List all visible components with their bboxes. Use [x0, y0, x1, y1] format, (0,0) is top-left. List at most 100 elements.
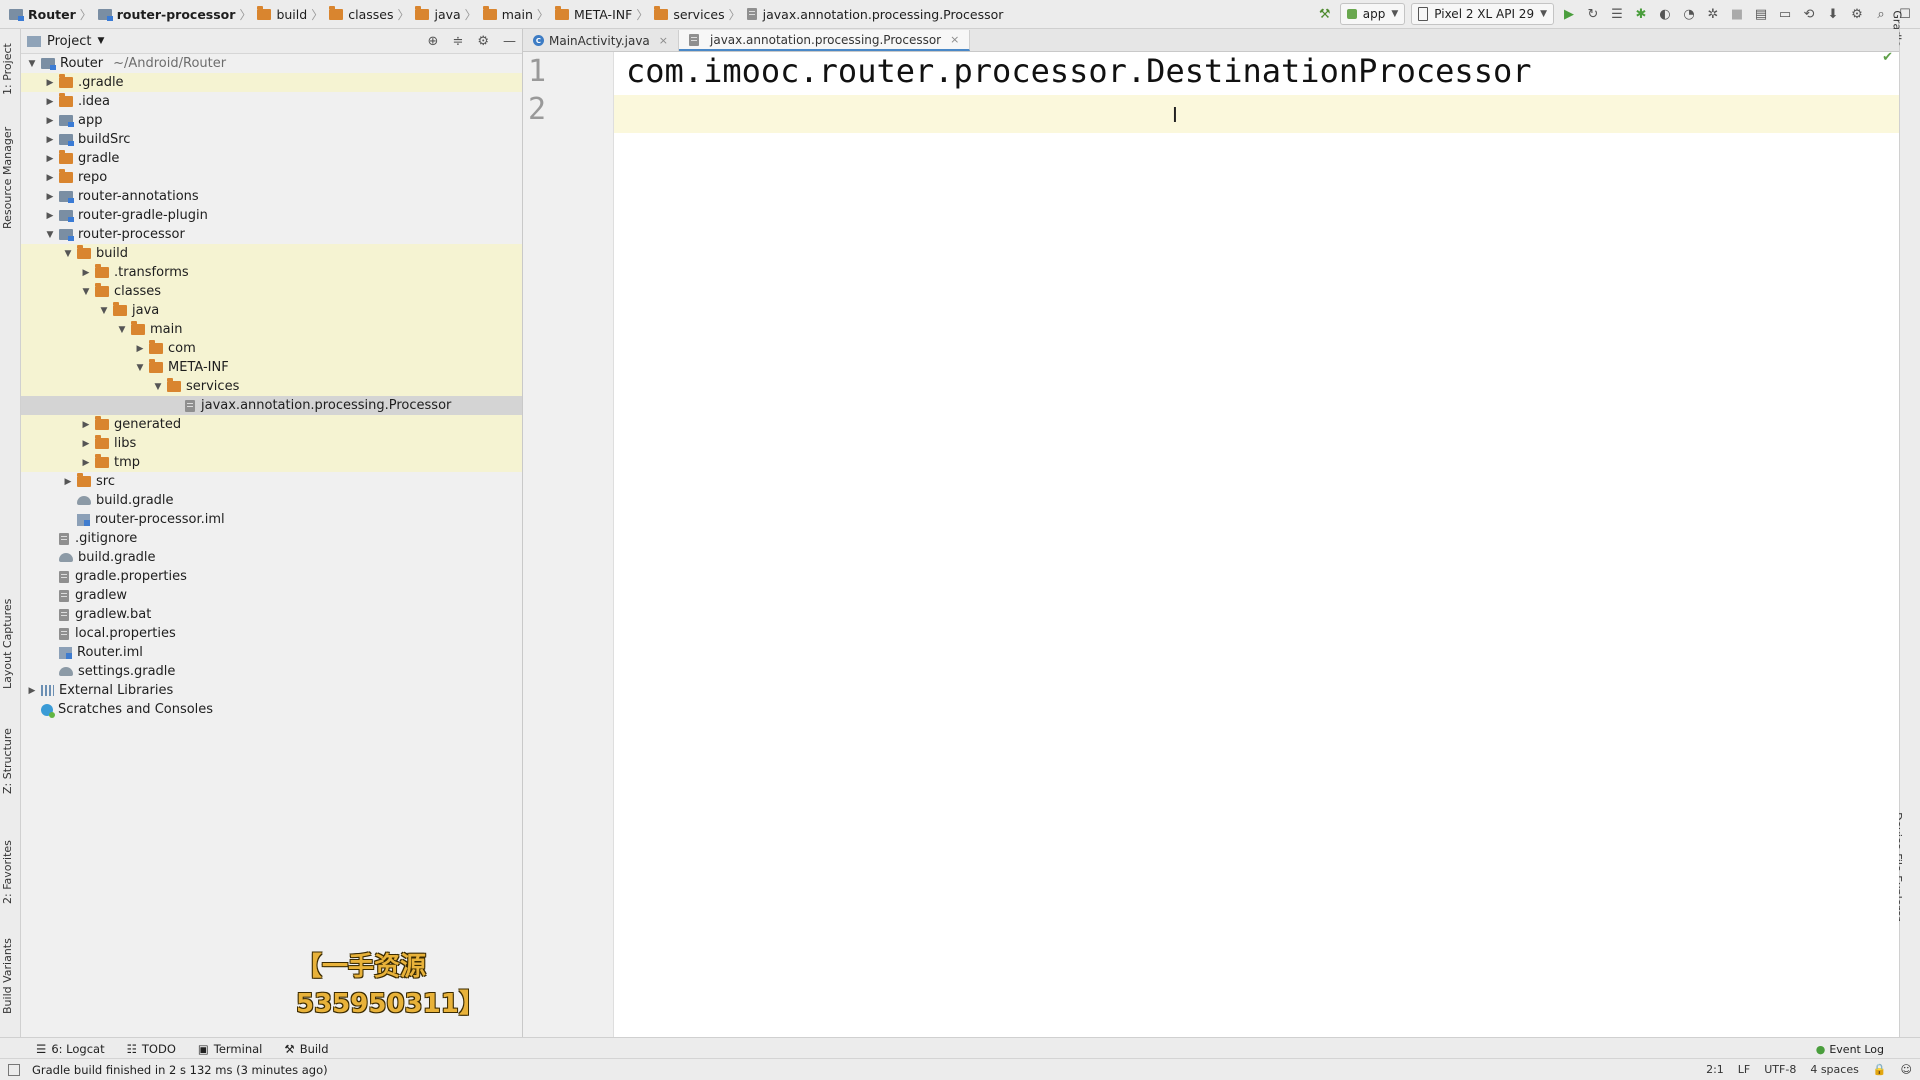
- resource-manager-tool-button[interactable]: Resource Manager: [1, 127, 14, 229]
- chevron-right-icon[interactable]: ▶: [23, 686, 41, 696]
- code-editor[interactable]: com.imooc.router.processor.DestinationPr…: [614, 50, 1899, 1038]
- breadcrumb-item[interactable]: router-processor 〉: [95, 0, 255, 28]
- code-line[interactable]: com.imooc.router.processor.DestinationPr…: [626, 52, 1531, 90]
- tree-item[interactable]: ▼ build: [21, 244, 522, 263]
- chevron-right-icon[interactable]: ▶: [131, 344, 149, 354]
- run-icon[interactable]: ▶: [1560, 5, 1578, 23]
- tree-item[interactable]: ▼ Router ~/Android/Router: [21, 54, 522, 73]
- rerun-icon[interactable]: ↻: [1584, 5, 1602, 23]
- tree-item[interactable]: ▶ .transforms: [21, 263, 522, 282]
- search-icon[interactable]: ⌕: [1872, 5, 1890, 23]
- chevron-right-icon[interactable]: ▶: [41, 192, 59, 202]
- device-select[interactable]: Pixel 2 XL API 29 ▼: [1411, 3, 1554, 25]
- chevron-right-icon[interactable]: ▶: [41, 78, 59, 88]
- tree-item[interactable]: gradlew: [21, 586, 522, 605]
- tree-item[interactable]: gradlew.bat: [21, 605, 522, 624]
- tree-item[interactable]: ▶ generated: [21, 415, 522, 434]
- chevron-right-icon[interactable]: ▶: [41, 154, 59, 164]
- tree-item[interactable]: ▶ gradle: [21, 149, 522, 168]
- tree-item[interactable]: ▼ java: [21, 301, 522, 320]
- chevron-right-icon[interactable]: ▶: [41, 211, 59, 221]
- terminal-tool-button[interactable]: ▣ Terminal: [192, 1042, 268, 1056]
- chevron-down-icon[interactable]: ▼: [77, 287, 95, 297]
- chevron-down-icon[interactable]: ▼: [113, 325, 131, 335]
- tree-item[interactable]: router-processor.iml: [21, 510, 522, 529]
- tree-item[interactable]: Scratches and Consoles: [21, 700, 522, 719]
- tree-item[interactable]: ▶ buildSrc: [21, 130, 522, 149]
- tree-item[interactable]: ▶ router-gradle-plugin: [21, 206, 522, 225]
- tree-item[interactable]: ▶ .gradle: [21, 73, 522, 92]
- tree-item[interactable]: settings.gradle: [21, 662, 522, 681]
- tool-windows-icon[interactable]: [8, 1063, 20, 1076]
- tree-item[interactable]: javax.annotation.processing.Processor: [21, 396, 522, 415]
- run-config-select[interactable]: app ▼: [1339, 3, 1406, 25]
- project-structure-icon[interactable]: ▤: [1752, 5, 1770, 23]
- breadcrumb-item[interactable]: Router 〉: [6, 0, 95, 28]
- tree-item[interactable]: build.gradle: [21, 548, 522, 567]
- breadcrumb-item[interactable]: main 〉: [480, 0, 552, 28]
- profile-icon[interactable]: ◔: [1680, 5, 1698, 23]
- tab-mainactivity[interactable]: C MainActivity.java ×: [523, 30, 679, 51]
- chevron-right-icon[interactable]: ▶: [77, 458, 95, 468]
- breadcrumb-item[interactable]: build 〉: [254, 0, 326, 28]
- tree-item[interactable]: ▶ com: [21, 339, 522, 358]
- project-tool-button[interactable]: 1: Project: [1, 43, 14, 95]
- tree-item[interactable]: ▼ classes: [21, 282, 522, 301]
- tree-item[interactable]: ▼ router-processor: [21, 225, 522, 244]
- indent-setting[interactable]: 4 spaces: [1810, 1063, 1859, 1076]
- tree-item[interactable]: ▼ main: [21, 320, 522, 339]
- breadcrumb-item[interactable]: META-INF 〉: [552, 0, 651, 28]
- chevron-down-icon[interactable]: ▼: [59, 249, 77, 259]
- chevron-right-icon[interactable]: ▶: [41, 97, 59, 107]
- tree-item[interactable]: ▶ repo: [21, 168, 522, 187]
- locate-icon[interactable]: ⊕: [428, 34, 439, 49]
- tree-item[interactable]: local.properties: [21, 624, 522, 643]
- stop-icon[interactable]: ■: [1728, 5, 1746, 23]
- sdk-manager-icon[interactable]: ⬇: [1824, 5, 1842, 23]
- build-tool-button[interactable]: ⚒ Build: [278, 1042, 334, 1056]
- tree-item[interactable]: build.gradle: [21, 491, 522, 510]
- chevron-right-icon[interactable]: ▶: [59, 477, 77, 487]
- breadcrumb-item[interactable]: classes 〉: [326, 0, 412, 28]
- close-icon[interactable]: ×: [950, 33, 959, 46]
- tree-item[interactable]: Router.iml: [21, 643, 522, 662]
- apply-changes-icon[interactable]: ☰: [1608, 5, 1626, 23]
- tree-item[interactable]: gradle.properties: [21, 567, 522, 586]
- build-variants-tool-button[interactable]: Build Variants: [1, 938, 14, 1014]
- assistant-icon[interactable]: ⚙: [1848, 5, 1866, 23]
- breadcrumb-item[interactable]: services 〉: [651, 0, 743, 28]
- breadcrumb-item[interactable]: java 〉: [412, 0, 479, 28]
- structure-tool-button[interactable]: Z: Structure: [1, 728, 14, 794]
- tree-item[interactable]: .gitignore: [21, 529, 522, 548]
- tree-item[interactable]: ▶ libs: [21, 434, 522, 453]
- caret-position[interactable]: 2:1: [1706, 1063, 1724, 1076]
- chevron-right-icon[interactable]: ▶: [77, 268, 95, 278]
- chevron-right-icon[interactable]: ▶: [77, 439, 95, 449]
- collapse-all-icon[interactable]: ≑: [452, 34, 463, 49]
- avd-manager-icon[interactable]: ▭: [1776, 5, 1794, 23]
- event-log-button[interactable]: ● Event Log: [1816, 1039, 1884, 1059]
- debug-icon[interactable]: ✱: [1632, 5, 1650, 23]
- file-encoding[interactable]: UTF-8: [1764, 1063, 1796, 1076]
- logcat-tool-button[interactable]: ☰ 6: Logcat: [30, 1042, 111, 1056]
- layout-captures-tool-button[interactable]: Layout Captures: [1, 599, 14, 689]
- chevron-right-icon[interactable]: ▶: [77, 420, 95, 430]
- chevron-right-icon[interactable]: ▶: [41, 173, 59, 183]
- tree-item[interactable]: ▶ app: [21, 111, 522, 130]
- sync-gradle-icon[interactable]: ⟲: [1800, 5, 1818, 23]
- chevron-down-icon[interactable]: ▼: [149, 382, 167, 392]
- coverage-icon[interactable]: ◐: [1656, 5, 1674, 23]
- chevron-down-icon[interactable]: ▼: [131, 363, 149, 373]
- tree-item[interactable]: ▼ META-INF: [21, 358, 522, 377]
- chevron-down-icon[interactable]: ▼: [23, 59, 41, 69]
- tab-processor[interactable]: javax.annotation.processing.Processor ×: [679, 30, 971, 51]
- tree-item[interactable]: ▼ services: [21, 377, 522, 396]
- todo-tool-button[interactable]: ☷ TODO: [121, 1042, 182, 1056]
- tree-item[interactable]: ▶ router-annotations: [21, 187, 522, 206]
- chevron-down-icon[interactable]: ▼: [95, 306, 113, 316]
- line-separator[interactable]: LF: [1738, 1063, 1750, 1076]
- chevron-down-icon[interactable]: ▼: [97, 36, 104, 46]
- tree-item[interactable]: ▶ External Libraries: [21, 681, 522, 700]
- lock-icon[interactable]: 🔒: [1873, 1063, 1887, 1076]
- chevron-right-icon[interactable]: ▶: [41, 116, 59, 126]
